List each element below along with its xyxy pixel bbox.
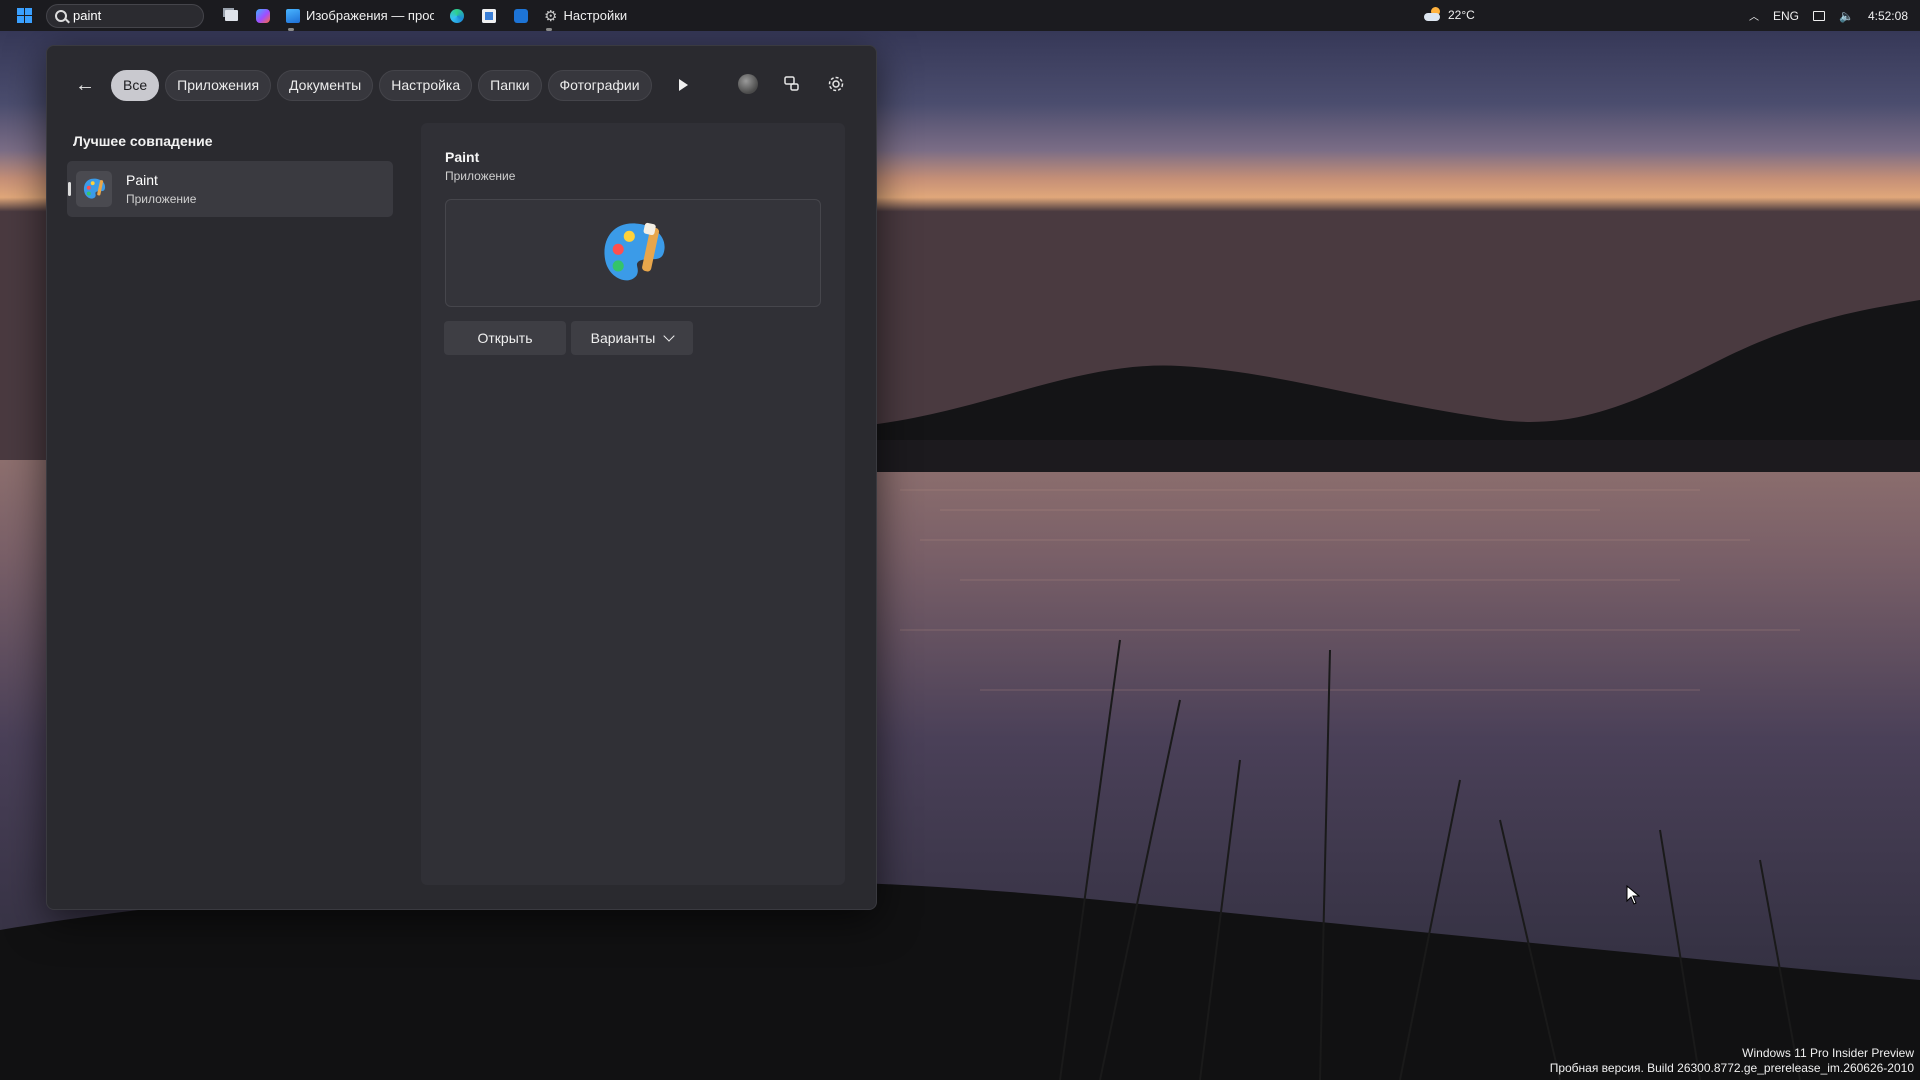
taskbar-app-settings-title: Настройки (563, 8, 628, 23)
taskbar-app-settings[interactable]: ⚙ Настройки (540, 3, 631, 31)
search-filter-bar: ← Все Приложения Документы Настройка Пап… (71, 68, 698, 102)
best-match-heading: Лучшее совпадение (73, 133, 213, 149)
variants-label: Варианты (590, 330, 656, 346)
filter-all[interactable]: Все (111, 69, 160, 101)
taskbar-app-photos[interactable]: Изображения — просм (282, 3, 438, 31)
taskbar-app-photos-title: Изображения — просм (306, 8, 434, 23)
search-input[interactable] (73, 8, 183, 23)
tray-overflow-chevron-icon[interactable]: ︿ (1749, 8, 1759, 23)
detail-app-type: Приложение (445, 169, 516, 183)
copilot-icon[interactable] (250, 3, 276, 29)
task-view-icon[interactable] (218, 3, 244, 29)
watermark-edition: Windows 11 Pro Insider Preview (1742, 1046, 1914, 1060)
weather-widget[interactable]: 22°C (1423, 7, 1475, 22)
filter-folders[interactable]: Папки (478, 69, 542, 101)
user-avatar[interactable] (734, 70, 762, 98)
weather-icon (1423, 7, 1442, 21)
store-icon[interactable] (476, 3, 502, 29)
selection-indicator (68, 182, 71, 196)
variants-dropdown-button[interactable]: Варианты (571, 321, 693, 355)
detail-app-name: Paint (445, 149, 480, 165)
watermark-build: Пробная версия. Build 26300.8772.ge_prer… (1549, 1061, 1914, 1075)
chevron-down-icon (663, 330, 676, 342)
search-icon (55, 9, 67, 22)
paint-app-icon (76, 171, 112, 207)
share-device-icon[interactable] (778, 70, 806, 98)
build-watermark: Windows 11 Pro Insider Preview Пробная в… (1550, 1046, 1914, 1076)
network-icon[interactable] (1813, 10, 1825, 21)
photos-icon (286, 8, 300, 23)
clock[interactable]: 4:52:08 (1868, 9, 1908, 23)
best-match-name: Paint (126, 172, 158, 188)
search-panel: ← Все Приложения Документы Настройка Пап… (46, 45, 877, 910)
volume-icon[interactable]: 🔈 (1839, 9, 1854, 23)
gear-icon: ⚙ (544, 7, 558, 25)
filter-settings[interactable]: Настройка (379, 69, 473, 101)
settings-gear-icon[interactable] (822, 70, 850, 98)
more-filters-play-icon[interactable] (670, 71, 698, 99)
taskbar-search-box[interactable] (46, 3, 204, 28)
taskbar: Изображения — просм ⚙ Настройки 22°C ︿ E… (0, 0, 1920, 31)
filter-apps[interactable]: Приложения (165, 69, 272, 101)
edge-icon[interactable] (444, 3, 470, 29)
best-match-result[interactable]: Paint Приложение (67, 161, 393, 217)
start-button[interactable] (10, 2, 38, 30)
open-button[interactable]: Открыть (444, 321, 566, 355)
mouse-cursor-icon (1626, 884, 1641, 910)
weather-temperature: 22°C (1447, 8, 1475, 22)
windows-logo-icon (16, 8, 32, 23)
result-detail-pane: Paint Приложение Открыть Варианты (421, 123, 845, 885)
detail-preview (445, 199, 821, 307)
language-indicator[interactable]: ENG (1773, 9, 1799, 23)
outlook-icon[interactable] (508, 3, 534, 29)
filter-documents[interactable]: Документы (277, 69, 374, 101)
back-arrow-icon[interactable]: ← (71, 71, 99, 99)
filter-photos[interactable]: Фотографии (547, 69, 652, 101)
paint-large-icon (604, 222, 665, 281)
best-match-type: Приложение (126, 192, 197, 206)
